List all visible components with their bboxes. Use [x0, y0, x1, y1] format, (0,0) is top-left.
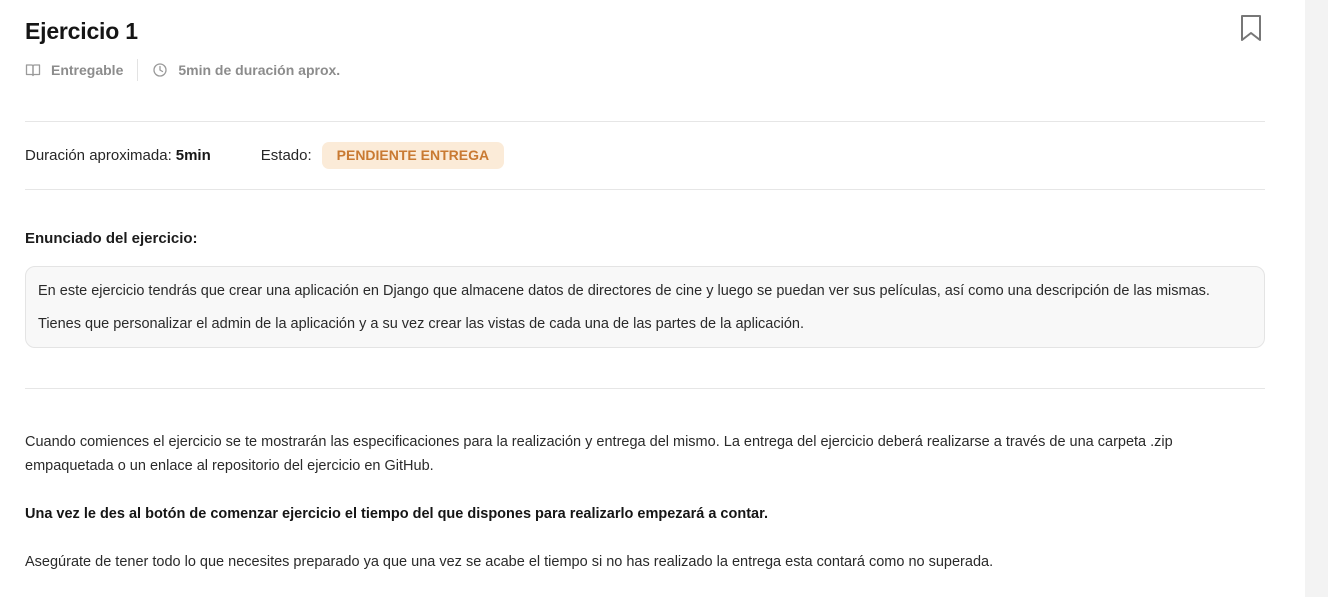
divider: [25, 388, 1265, 389]
duration-value: 5min: [175, 147, 211, 164]
instructions-warning: Una vez le des al botón de comenzar ejer…: [25, 506, 768, 522]
clock-icon: [152, 62, 168, 78]
instructions-paragraph: Cuando comiences el ejercicio se te most…: [25, 434, 1173, 474]
page-title: Ejercicio 1: [25, 18, 138, 44]
info-row: Duración aproximada: 5min Estado: PENDIE…: [25, 142, 505, 169]
scrollbar-track[interactable]: [1305, 0, 1328, 597]
status-label: Estado:: [260, 147, 312, 164]
statement-line: En este ejercicio tendrás que crear una …: [38, 283, 1210, 299]
meta-separator: [137, 59, 139, 81]
instructions-note: Asegúrate de tener todo lo que necesites…: [25, 554, 994, 570]
status-badge: PENDIENTE ENTREGA: [321, 142, 505, 169]
bookmark-icon[interactable]: [1239, 14, 1263, 42]
duration-meta-label: 5min de duración aprox.: [178, 62, 341, 78]
statement-line: Tienes que personalizar el admin de la a…: [38, 316, 804, 332]
statement-box: En este ejercicio tendrás que crear una …: [25, 266, 1265, 348]
divider: [25, 189, 1265, 190]
divider: [25, 121, 1265, 122]
duration-label: Duración aproximada:: [25, 147, 172, 164]
statement-title: Enunciado del ejercicio:: [25, 230, 198, 247]
book-icon: [25, 62, 41, 78]
exercise-meta: Entregable 5min de duración aprox.: [25, 59, 340, 81]
deliverable-label: Entregable: [51, 62, 124, 78]
